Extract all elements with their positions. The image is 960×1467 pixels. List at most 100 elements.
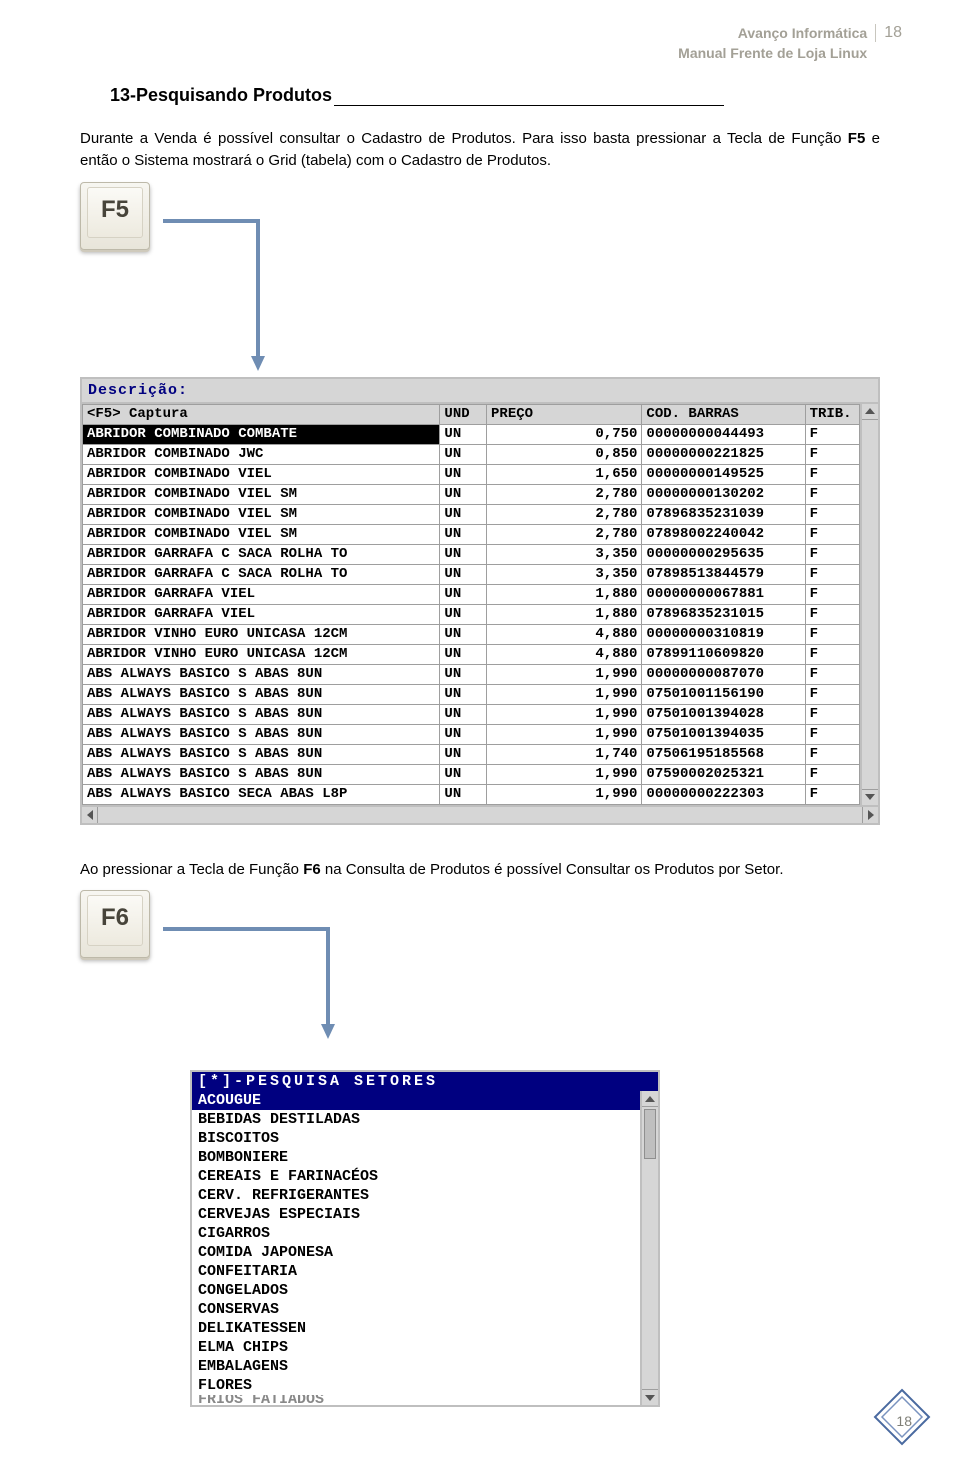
table-row[interactable]: ABRIDOR COMBINADO COMBATEUN0,75000000000… xyxy=(83,424,860,444)
list-item[interactable]: CONGELADOS xyxy=(192,1281,640,1300)
cell-und: UN xyxy=(440,604,487,624)
cell-desc: ABRIDOR COMBINADO VIEL xyxy=(83,464,440,484)
list-item[interactable]: BISCOITOS xyxy=(192,1129,640,1148)
list-item[interactable]: CIGARROS xyxy=(192,1224,640,1243)
table-row[interactable]: ABS ALWAYS BASICO S ABAS 8UNUN1,74007506… xyxy=(83,744,860,764)
cell-barras: 07899110609820 xyxy=(642,644,805,664)
grid-vscrollbar[interactable] xyxy=(860,404,878,805)
cell-trib: F xyxy=(805,624,859,644)
cell-barras: 00000000295635 xyxy=(642,544,805,564)
cell-trib: F xyxy=(805,564,859,584)
cell-desc: ABRIDOR COMBINADO VIEL SM xyxy=(83,524,440,544)
grid-hscrollbar[interactable] xyxy=(82,805,878,823)
sector-vscrollbar[interactable] xyxy=(640,1091,658,1405)
list-item[interactable]: COMIDA JAPONESA xyxy=(192,1243,640,1262)
cell-und: UN xyxy=(440,504,487,524)
list-item[interactable]: BOMBONIERE xyxy=(192,1148,640,1167)
table-row[interactable]: ABRIDOR GARRAFA C SACA ROLHA TOUN3,35000… xyxy=(83,544,860,564)
sector-search-panel: [*]-PESQUISA SETORES ACOUGUEBEBIDAS DEST… xyxy=(190,1070,660,1407)
scroll-up-icon[interactable] xyxy=(642,1091,658,1107)
list-item[interactable]: CONSERVAS xyxy=(192,1300,640,1319)
cell-und: UN xyxy=(440,584,487,604)
cell-und: UN xyxy=(440,784,487,804)
cell-preco: 0,750 xyxy=(487,424,642,444)
page-number-top: 18 xyxy=(875,24,910,42)
cell-desc: ABRIDOR COMBINADO VIEL SM xyxy=(83,504,440,524)
cell-desc: ABRIDOR VINHO EURO UNICASA 12CM xyxy=(83,624,440,644)
page: Avanço Informática Manual Frente de Loja… xyxy=(0,0,960,1467)
cell-desc: ABS ALWAYS BASICO S ABAS 8UN xyxy=(83,744,440,764)
cell-und: UN xyxy=(440,764,487,784)
table-row[interactable]: ABRIDOR GARRAFA VIELUN1,8800789683523101… xyxy=(83,604,860,624)
cell-barras: 07896835231015 xyxy=(642,604,805,624)
grid-table: <F5> Captura UND PREÇO COD. BARRAS TRIB.… xyxy=(82,404,860,805)
table-row[interactable]: ABS ALWAYS BASICO S ABAS 8UNUN1,99007501… xyxy=(83,684,860,704)
para2-a: Ao pressionar a Tecla de Função xyxy=(80,861,303,878)
list-item[interactable]: BEBIDAS DESTILADAS xyxy=(192,1110,640,1129)
col-trib[interactable]: TRIB. xyxy=(805,404,859,424)
table-row[interactable]: ABRIDOR COMBINADO JWCUN0,850000000002218… xyxy=(83,444,860,464)
col-barras[interactable]: COD. BARRAS xyxy=(642,404,805,424)
cell-preco: 4,880 xyxy=(487,644,642,664)
page-header: Avanço Informática Manual Frente de Loja… xyxy=(678,24,910,63)
list-item[interactable]: CEREAIS E FARINACÉOS xyxy=(192,1167,640,1186)
list-item[interactable]: DELIKATESSEN xyxy=(192,1319,640,1338)
f5-key-row: F5 xyxy=(80,182,880,262)
cell-und: UN xyxy=(440,444,487,464)
cell-und: UN xyxy=(440,424,487,444)
table-row[interactable]: ABRIDOR VINHO EURO UNICASA 12CMUN4,88007… xyxy=(83,644,860,664)
arrow-icon xyxy=(158,216,298,376)
cell-desc: ABS ALWAYS BASICO S ABAS 8UN xyxy=(83,764,440,784)
cell-desc: ABS ALWAYS BASICO S ABAS 8UN xyxy=(83,664,440,684)
list-item[interactable]: ACOUGUE xyxy=(192,1091,640,1110)
col-preco[interactable]: PREÇO xyxy=(487,404,642,424)
scroll-right-icon[interactable] xyxy=(862,807,878,823)
scroll-up-icon[interactable] xyxy=(862,404,878,420)
cell-und: UN xyxy=(440,624,487,644)
table-row[interactable]: ABS ALWAYS BASICO SECA ABAS L8PUN1,99000… xyxy=(83,784,860,804)
list-item[interactable]: CERVEJAS ESPECIAIS xyxy=(192,1205,640,1224)
cell-barras: 00000000222303 xyxy=(642,784,805,804)
col-capture[interactable]: <F5> Captura xyxy=(83,404,440,424)
table-row[interactable]: ABRIDOR GARRAFA VIELUN1,8800000000006788… xyxy=(83,584,860,604)
cell-trib: F xyxy=(805,684,859,704)
list-item[interactable]: CERV. REFRIGERANTES xyxy=(192,1186,640,1205)
cell-preco: 1,990 xyxy=(487,764,642,784)
cell-barras: 00000000221825 xyxy=(642,444,805,464)
cell-barras: 07590002025321 xyxy=(642,764,805,784)
scroll-thumb[interactable] xyxy=(644,1109,656,1159)
sector-list[interactable]: ACOUGUEBEBIDAS DESTILADASBISCOITOSBOMBON… xyxy=(192,1091,640,1405)
cell-und: UN xyxy=(440,704,487,724)
cell-preco: 1,990 xyxy=(487,684,642,704)
table-row[interactable]: ABRIDOR GARRAFA C SACA ROLHA TOUN3,35007… xyxy=(83,564,860,584)
list-item[interactable]: FLORES xyxy=(192,1376,640,1395)
scroll-down-icon[interactable] xyxy=(642,1389,658,1405)
cell-trib: F xyxy=(805,744,859,764)
cell-trib: F xyxy=(805,604,859,624)
header-line1: Avanço Informática xyxy=(678,24,867,44)
list-item[interactable]: ELMA CHIPS xyxy=(192,1338,640,1357)
cell-barras: 07501001394035 xyxy=(642,724,805,744)
scroll-left-icon[interactable] xyxy=(82,807,98,823)
table-row[interactable]: ABRIDOR COMBINADO VIEL SMUN2,78000000000… xyxy=(83,484,860,504)
cell-und: UN xyxy=(440,684,487,704)
cell-desc: ABRIDOR COMBINADO JWC xyxy=(83,444,440,464)
table-row[interactable]: ABS ALWAYS BASICO S ABAS 8UNUN1,99007590… xyxy=(83,764,860,784)
table-row[interactable]: ABS ALWAYS BASICO S ABAS 8UNUN1,99007501… xyxy=(83,704,860,724)
cell-preco: 1,990 xyxy=(487,724,642,744)
table-row[interactable]: ABRIDOR COMBINADO VIEL SMUN2,78007896835… xyxy=(83,504,860,524)
cell-und: UN xyxy=(440,464,487,484)
cell-preco: 1,880 xyxy=(487,584,642,604)
cell-preco: 1,990 xyxy=(487,784,642,804)
table-row[interactable]: ABRIDOR COMBINADO VIELUN1,65000000000149… xyxy=(83,464,860,484)
col-und[interactable]: UND xyxy=(440,404,487,424)
scroll-down-icon[interactable] xyxy=(862,789,878,805)
cell-preco: 2,780 xyxy=(487,484,642,504)
table-row[interactable]: ABS ALWAYS BASICO S ABAS 8UNUN1,99000000… xyxy=(83,664,860,684)
list-item[interactable]: CONFEITARIA xyxy=(192,1262,640,1281)
table-row[interactable]: ABS ALWAYS BASICO S ABAS 8UNUN1,99007501… xyxy=(83,724,860,744)
list-item[interactable]: FRIOS FATIADOS xyxy=(192,1395,640,1405)
list-item[interactable]: EMBALAGENS xyxy=(192,1357,640,1376)
table-row[interactable]: ABRIDOR VINHO EURO UNICASA 12CMUN4,88000… xyxy=(83,624,860,644)
table-row[interactable]: ABRIDOR COMBINADO VIEL SMUN2,78007898002… xyxy=(83,524,860,544)
